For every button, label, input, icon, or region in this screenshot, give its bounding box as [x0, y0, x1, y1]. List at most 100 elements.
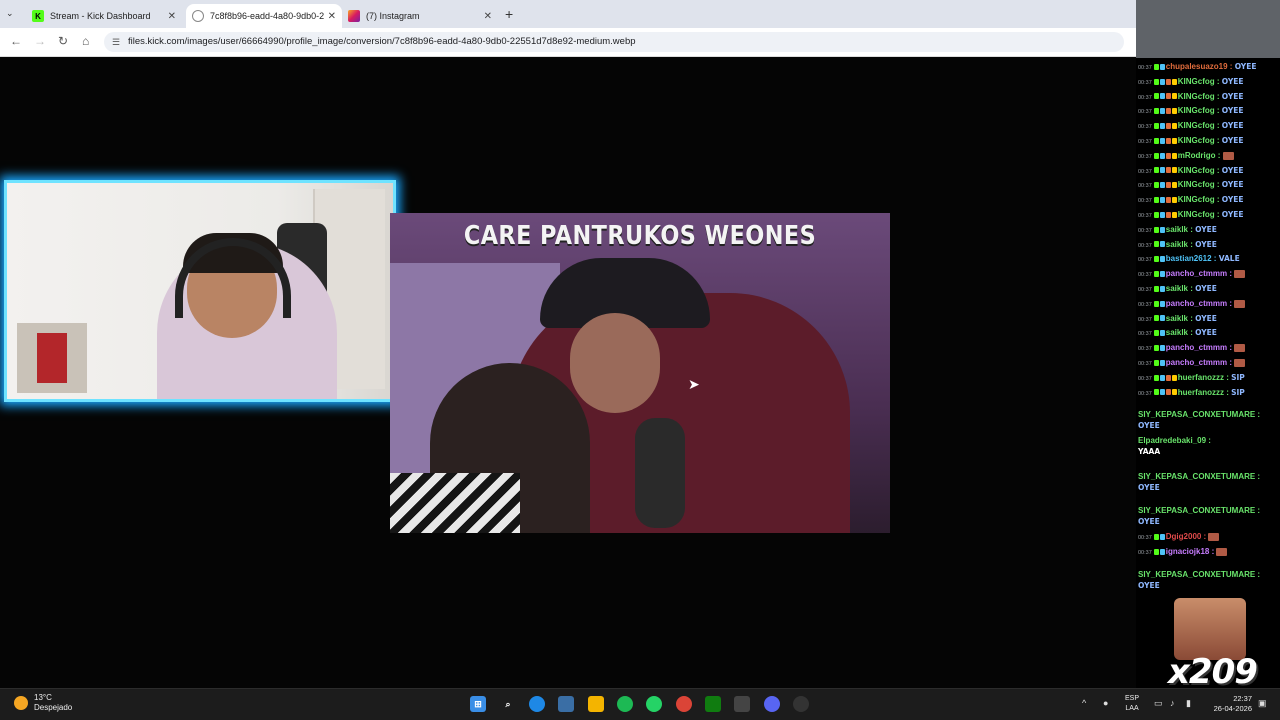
chat-username[interactable]: SIY_KEPASA_CONXETUMARE : — [1138, 506, 1260, 515]
chat-username[interactable]: KINGcfog : — [1178, 180, 1222, 189]
chat-username[interactable]: KINGcfog : — [1178, 166, 1222, 175]
chat-text: SIP — [1231, 372, 1245, 382]
chat-username[interactable]: chupalesuazo19 : — [1166, 62, 1235, 71]
close-tab-icon[interactable]: ✕ — [484, 11, 492, 22]
network-icon[interactable]: ▭ — [1154, 698, 1163, 709]
chat-username[interactable]: Elpadredebaki_09 : — [1138, 436, 1211, 445]
language-indicator[interactable]: ESP LAA — [1125, 694, 1139, 714]
store-icon[interactable] — [558, 696, 574, 712]
chat-username[interactable]: ignaciojk18 : — [1166, 547, 1217, 556]
chat-username[interactable]: SIY_KEPASA_CONXETUMARE : — [1138, 472, 1260, 481]
chat-badge-icon — [1159, 197, 1165, 204]
chat-username[interactable]: saiklk : — [1166, 284, 1195, 293]
chat-badge-icon — [1153, 359, 1159, 366]
chat-username[interactable]: saiklk : — [1166, 328, 1195, 337]
chat-username[interactable]: saiklk : — [1166, 225, 1195, 234]
chat-message-continuation: OYEE — [1138, 581, 1160, 591]
weather-condition: Despejado — [34, 703, 73, 712]
tab-strip: ⌄ K Stream - Kick Dashboard ✕ 7c8f8b96-e… — [0, 0, 1136, 28]
chat-username[interactable]: mRodrigo : — [1178, 151, 1223, 160]
new-tab-button[interactable]: + — [505, 6, 513, 22]
chat-message: 00:37 saiklk : OYEE — [1138, 328, 1217, 339]
chat-emote-icon — [1234, 358, 1246, 367]
chat-username[interactable]: KINGcfog : — [1178, 77, 1222, 86]
microphone-tray-icon[interactable]: ● — [1103, 698, 1108, 708]
chat-message: 00:37 Dgig2000 : — [1138, 532, 1220, 543]
back-icon[interactable]: ← — [10, 34, 22, 48]
chat-message: 00:37 KINGcfog : OYEE — [1138, 92, 1244, 103]
chat-timestamp: 00:37 — [1138, 79, 1152, 86]
edge-icon[interactable] — [529, 696, 545, 712]
chat-username[interactable]: KINGcfog : — [1178, 106, 1222, 115]
reload-icon[interactable]: ↻ — [58, 34, 68, 48]
spotify-icon[interactable] — [617, 696, 633, 712]
chat-badge-icon — [1153, 389, 1159, 396]
chat-badge-icon — [1165, 152, 1171, 159]
chat-timestamp: 00:37 — [1138, 301, 1152, 308]
close-tab-icon[interactable]: ✕ — [328, 11, 336, 22]
chat-username[interactable]: KINGcfog : — [1178, 136, 1222, 145]
chat-timestamp: 00:37 — [1138, 287, 1152, 293]
chat-username[interactable]: huerfanozzz : — [1178, 388, 1231, 397]
chat-badge-icon — [1153, 78, 1159, 85]
chat-timestamp: 00:37 — [1138, 346, 1152, 353]
clock-date: 26-04-2026 — [1213, 704, 1252, 713]
chat-badge-icon — [1165, 78, 1171, 85]
chat-badge-icon — [1171, 123, 1177, 130]
chat-badge-icon — [1153, 123, 1159, 130]
chat-text: OYEE — [1195, 284, 1217, 293]
weather-widget[interactable]: 13°C Despejado — [14, 693, 72, 713]
obs-icon[interactable] — [793, 696, 809, 712]
tab-kick-dashboard[interactable]: K Stream - Kick Dashboard ✕ — [26, 4, 182, 28]
chat-badge-icon — [1153, 211, 1159, 218]
chat-message: 00:37 pancho_ctmmm : — [1138, 358, 1246, 369]
battery-icon[interactable]: ▮ — [1186, 698, 1191, 709]
chat-badge-icon — [1153, 226, 1159, 233]
media-app-icon[interactable] — [734, 696, 750, 712]
chat-username[interactable]: Dgig2000 : — [1166, 532, 1209, 541]
chat-text: OYEE — [1138, 581, 1160, 590]
file-explorer-icon[interactable] — [588, 696, 604, 712]
chat-badge-icon — [1171, 182, 1177, 189]
chat-text: YAAA — [1138, 447, 1161, 456]
chat-username[interactable]: saiklk : — [1166, 314, 1195, 323]
windows-start-icon[interactable]: ⊞ — [470, 696, 486, 712]
site-info-icon[interactable]: ☰ — [112, 32, 120, 52]
chat-badge-icon — [1159, 300, 1165, 307]
chat-badge-icon — [1159, 330, 1165, 337]
show-hidden-icons-chevron-icon[interactable]: ^ — [1082, 698, 1086, 708]
chat-badge-icon — [1171, 108, 1177, 115]
chat-username[interactable]: saiklk : — [1166, 240, 1195, 249]
address-bar[interactable]: ☰ files.kick.com/images/user/66664990/pr… — [104, 32, 1124, 52]
tab-search-chevron-icon[interactable]: ⌄ — [6, 8, 20, 20]
chrome-icon[interactable] — [676, 696, 692, 712]
chat-username[interactable]: huerfanozzz : — [1178, 373, 1231, 382]
chat-username[interactable]: bastian2612 : — [1166, 254, 1219, 263]
chat-badge-icon — [1159, 345, 1165, 352]
chat-username[interactable]: KINGcfog : — [1178, 195, 1222, 204]
notifications-icon[interactable]: ▣ — [1258, 698, 1267, 709]
discord-icon[interactable] — [764, 696, 780, 712]
tab-image[interactable]: 7c8f8b96-eadd-4a80-9db0-22551d7d8e92 ✕ — [186, 4, 342, 28]
chat-username[interactable]: pancho_ctmmm : — [1166, 343, 1234, 352]
home-icon[interactable]: ⌂ — [82, 34, 89, 48]
chat-username[interactable]: KINGcfog : — [1178, 92, 1222, 101]
whatsapp-icon[interactable] — [646, 696, 662, 712]
tab-instagram[interactable]: (7) Instagram ✕ — [342, 4, 498, 28]
chat-username[interactable]: SIY_KEPASA_CONXETUMARE : — [1138, 570, 1260, 579]
search-icon[interactable]: ⌕ — [500, 696, 516, 712]
chat-message: 00:37 KINGcfog : OYEE — [1138, 121, 1244, 132]
chat-username[interactable]: KINGcfog : — [1178, 121, 1222, 130]
chat-timestamp: 00:37 — [1138, 198, 1152, 205]
chat-username[interactable]: KINGcfog : — [1178, 210, 1222, 219]
chat-username[interactable]: pancho_ctmmm : — [1166, 299, 1234, 308]
system-clock[interactable]: 22:37 26-04-2026 — [1208, 694, 1252, 714]
close-tab-icon[interactable]: ✕ — [168, 11, 176, 22]
chat-username[interactable]: pancho_ctmmm : — [1166, 269, 1234, 278]
chat-username[interactable]: pancho_ctmmm : — [1166, 358, 1234, 367]
chat-username[interactable]: SIY_KEPASA_CONXETUMARE : — [1138, 410, 1260, 419]
xbox-icon[interactable] — [705, 696, 721, 712]
volume-icon[interactable]: ♪ — [1170, 698, 1175, 708]
forward-icon[interactable]: → — [34, 34, 46, 48]
chat-message: 00:37 bastian2612 : VALE — [1138, 254, 1240, 265]
